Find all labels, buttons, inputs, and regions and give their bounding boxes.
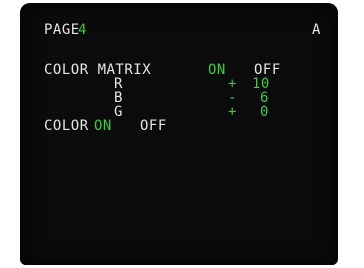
page-number[interactable]: 4 [78, 23, 87, 37]
matrix-sign-g: + [228, 104, 237, 120]
color-matrix-on-option[interactable]: ON [208, 63, 226, 77]
matrix-sign-r: + [228, 76, 237, 92]
page-label: PAGE [44, 22, 80, 38]
mode-indicator: A [312, 22, 321, 38]
color-label: COLOR [44, 118, 89, 134]
color-on-option[interactable]: ON [94, 119, 112, 133]
matrix-value-b[interactable]: 6 [260, 91, 269, 105]
color-off-option[interactable]: OFF [140, 119, 167, 133]
matrix-channel-g: G [114, 104, 123, 120]
camera-menu-screen: PAGE 4 A COLOR MATRIX ON OFF R + 10 B - … [20, 3, 338, 265]
matrix-value-g[interactable]: 0 [260, 105, 269, 119]
matrix-channel-r: R [114, 76, 123, 92]
color-matrix-label: COLOR MATRIX [44, 62, 152, 78]
matrix-channel-b: B [114, 90, 123, 106]
matrix-sign-b: - [228, 90, 237, 106]
color-matrix-off-option[interactable]: OFF [254, 63, 281, 77]
matrix-value-r[interactable]: 10 [252, 77, 270, 91]
